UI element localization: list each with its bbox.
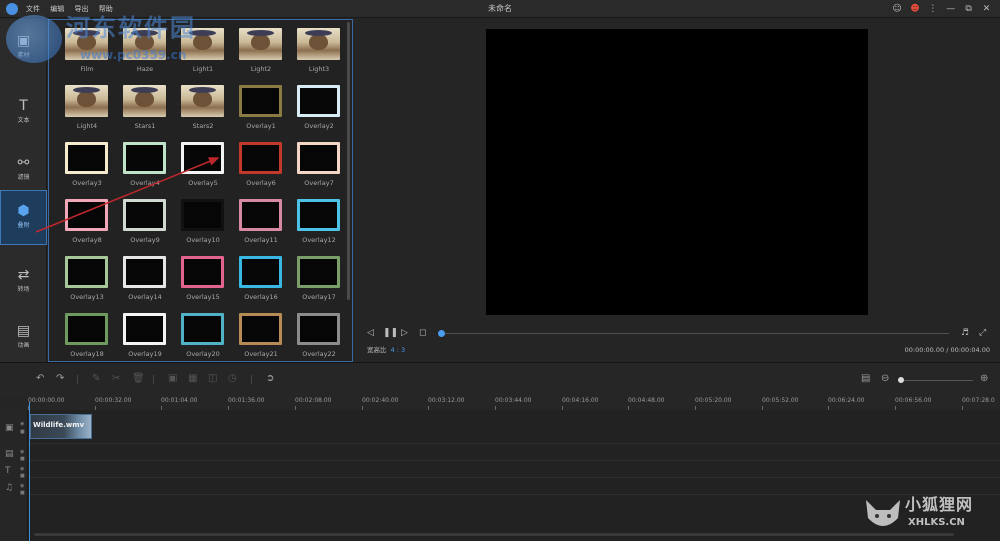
annotation-arrow — [35, 157, 220, 233]
arrow-line — [35, 157, 220, 233]
watermark-url: XHLKS.CN — [908, 517, 965, 528]
watermark-logo — [6, 15, 62, 63]
watermark-text: 小狐狸网 — [905, 495, 974, 514]
watermark-text: 河东软件园 — [66, 14, 196, 42]
fox-watermark-icon — [866, 500, 900, 526]
watermark-url: www.pc0359.cn — [80, 48, 187, 62]
